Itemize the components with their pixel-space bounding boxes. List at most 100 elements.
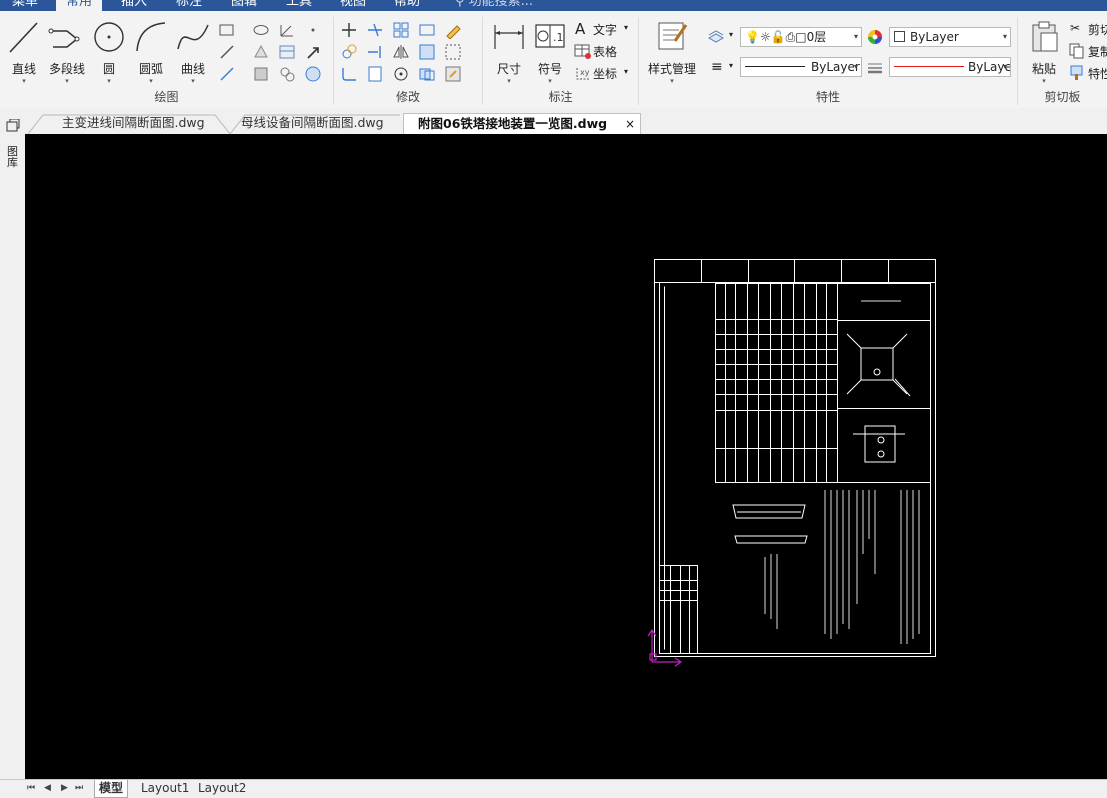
previous-layout-button[interactable]: ◀ xyxy=(44,783,51,793)
line-button[interactable]: 直线 ▾ xyxy=(6,19,42,85)
mirror-icon[interactable] xyxy=(392,43,410,61)
coordinate-icon[interactable]: xy xyxy=(574,64,592,82)
menu-item-annotate[interactable]: 标注 xyxy=(176,0,202,10)
drawing-canvas[interactable] xyxy=(25,134,1107,779)
move-icon[interactable] xyxy=(340,21,358,39)
properties-panel: 样式管理 ▾ ▾ 💡☼🔓⎙□0层 ▾ ByLayer ▾ ≡ ▾ ByLayer… xyxy=(639,11,1017,108)
copy-object-icon[interactable] xyxy=(340,43,358,61)
menu-item-tools[interactable]: 工具 xyxy=(286,0,312,10)
lineweight-dropdown[interactable]: ByLayer ▾ xyxy=(889,57,1011,77)
modify-panel: 修改 xyxy=(334,11,482,108)
close-icon[interactable]: × xyxy=(625,114,635,134)
menu-item-menu[interactable]: 菜单 xyxy=(12,0,38,10)
spline-button[interactable]: 曲线 ▾ xyxy=(175,19,211,85)
chevron-down-icon: ▾ xyxy=(191,77,195,85)
text-icon[interactable]: A xyxy=(575,20,585,38)
tab-layout1[interactable]: Layout1 xyxy=(141,780,189,797)
cut-button[interactable]: 剪切 xyxy=(1088,21,1107,38)
ellipse-icon[interactable] xyxy=(252,21,270,39)
symbol-button[interactable]: .1 符号 ▾ xyxy=(533,19,567,85)
extend-icon[interactable] xyxy=(366,43,384,61)
scale-icon[interactable] xyxy=(418,43,436,61)
rotate-icon[interactable] xyxy=(392,65,410,83)
dimension-button[interactable]: 尺寸 ▾ xyxy=(491,19,527,85)
copy-icon[interactable] xyxy=(1068,42,1086,60)
tab-layout2[interactable]: Layout2 xyxy=(198,780,246,797)
boundary-icon[interactable] xyxy=(278,65,296,83)
tab-busbar-equipment[interactable]: 母线设备间隔断面图.dwg xyxy=(241,113,384,134)
tab-model[interactable]: 模型 xyxy=(94,780,129,798)
point-icon[interactable] xyxy=(304,21,322,39)
polyline-button[interactable]: 多段线 ▾ xyxy=(46,19,88,85)
chevron-down-icon: ▾ xyxy=(1002,32,1007,41)
chevron-down-icon[interactable]: ▾ xyxy=(729,30,733,39)
revcloud-icon[interactable] xyxy=(304,65,322,83)
library-icon[interactable] xyxy=(5,119,21,133)
dimension-icon xyxy=(494,25,524,49)
menu-item-insert[interactable]: 插入 xyxy=(121,0,147,10)
tab-tower-grounding-label: 附图06铁塔接地装置一览图.dwg xyxy=(418,116,608,131)
offset-icon[interactable] xyxy=(366,65,384,83)
stretch-icon[interactable] xyxy=(418,21,436,39)
array-icon[interactable] xyxy=(392,21,410,39)
style-manager-button[interactable]: 样式管理 ▾ xyxy=(643,19,701,85)
fillet-icon[interactable] xyxy=(340,65,358,83)
linetype-value: ByLayer xyxy=(811,60,860,74)
sheet-zone-dividers xyxy=(701,259,889,283)
tab-tower-grounding[interactable]: 附图06铁塔接地装置一览图.dwg × xyxy=(403,113,641,134)
menu-item-help[interactable]: 帮助 xyxy=(394,0,420,10)
lineweight-line xyxy=(894,66,964,67)
cut-icon[interactable]: ✂ xyxy=(1070,21,1080,35)
draw-panel-title: 绘图 xyxy=(154,90,179,104)
menu-item-library[interactable]: 图辑 xyxy=(231,0,257,10)
chevron-down-icon: ▾ xyxy=(149,77,153,85)
menu-item-view[interactable]: 视图 xyxy=(340,0,366,10)
coordinate-button[interactable]: 坐标 xyxy=(593,65,617,82)
construction-line-icon[interactable] xyxy=(278,21,296,39)
table-button[interactable]: 表格 xyxy=(593,43,617,60)
lineweight-list-icon[interactable]: ≡ xyxy=(711,59,723,75)
layer-dropdown[interactable]: 💡☼🔓⎙□0层 ▾ xyxy=(740,27,862,47)
table-icon[interactable] xyxy=(278,43,296,61)
region-icon[interactable] xyxy=(252,43,270,61)
linetype-line xyxy=(745,66,805,67)
hatch-icon[interactable] xyxy=(252,65,270,83)
feature-search[interactable]: ⚲ 功能搜索... xyxy=(455,0,533,10)
chevron-down-icon[interactable]: ▾ xyxy=(624,23,628,32)
circle-button[interactable]: 圆 ▾ xyxy=(92,19,126,85)
tab-main-transformer[interactable]: 主变进线间隔断面图.dwg xyxy=(62,113,205,134)
menu-item-home[interactable]: 常用 xyxy=(56,0,103,11)
ray-icon[interactable] xyxy=(218,43,236,61)
rectangle-icon[interactable] xyxy=(218,21,236,39)
pick-arrow-icon[interactable] xyxy=(304,43,322,61)
break-icon[interactable] xyxy=(418,65,436,83)
paste-button[interactable]: 粘贴 ▾ xyxy=(1026,19,1062,85)
last-layout-button[interactable]: ⏭ xyxy=(75,783,83,793)
table-insert-icon[interactable] xyxy=(574,42,592,60)
properties-edit-icon[interactable] xyxy=(444,65,462,83)
lineweight-icon[interactable] xyxy=(866,58,884,76)
layer-manager-icon[interactable] xyxy=(707,28,725,46)
arc-icon xyxy=(136,22,166,52)
next-layout-button[interactable]: ▶ xyxy=(61,783,68,793)
arc-button[interactable]: 圆弧 ▾ xyxy=(132,19,170,85)
lock-icon: 🔓 xyxy=(770,30,786,44)
properties-panel-title: 特性 xyxy=(815,90,840,104)
color-wheel-icon[interactable] xyxy=(866,28,884,46)
linetype-dropdown[interactable]: ByLayer ▾ xyxy=(740,57,862,77)
chevron-down-icon[interactable]: ▾ xyxy=(624,67,628,76)
text-button[interactable]: 文字 xyxy=(593,21,617,38)
trim-icon[interactable] xyxy=(366,21,384,39)
side-palette-label[interactable]: 图库 xyxy=(7,146,19,168)
first-layout-button[interactable]: ⏮ xyxy=(27,783,35,793)
copy-button[interactable]: 复制 xyxy=(1088,43,1107,60)
explode-icon[interactable] xyxy=(444,43,462,61)
tower-elevation-box xyxy=(837,408,931,483)
match-properties-icon[interactable] xyxy=(1068,64,1086,82)
erase-icon[interactable] xyxy=(444,21,462,39)
match-properties-button[interactable]: 特性 xyxy=(1088,65,1107,82)
xline-icon[interactable] xyxy=(218,65,236,83)
chevron-down-icon[interactable]: ▾ xyxy=(729,61,733,70)
paste-icon xyxy=(1032,21,1058,52)
color-dropdown[interactable]: ByLayer ▾ xyxy=(889,27,1011,47)
